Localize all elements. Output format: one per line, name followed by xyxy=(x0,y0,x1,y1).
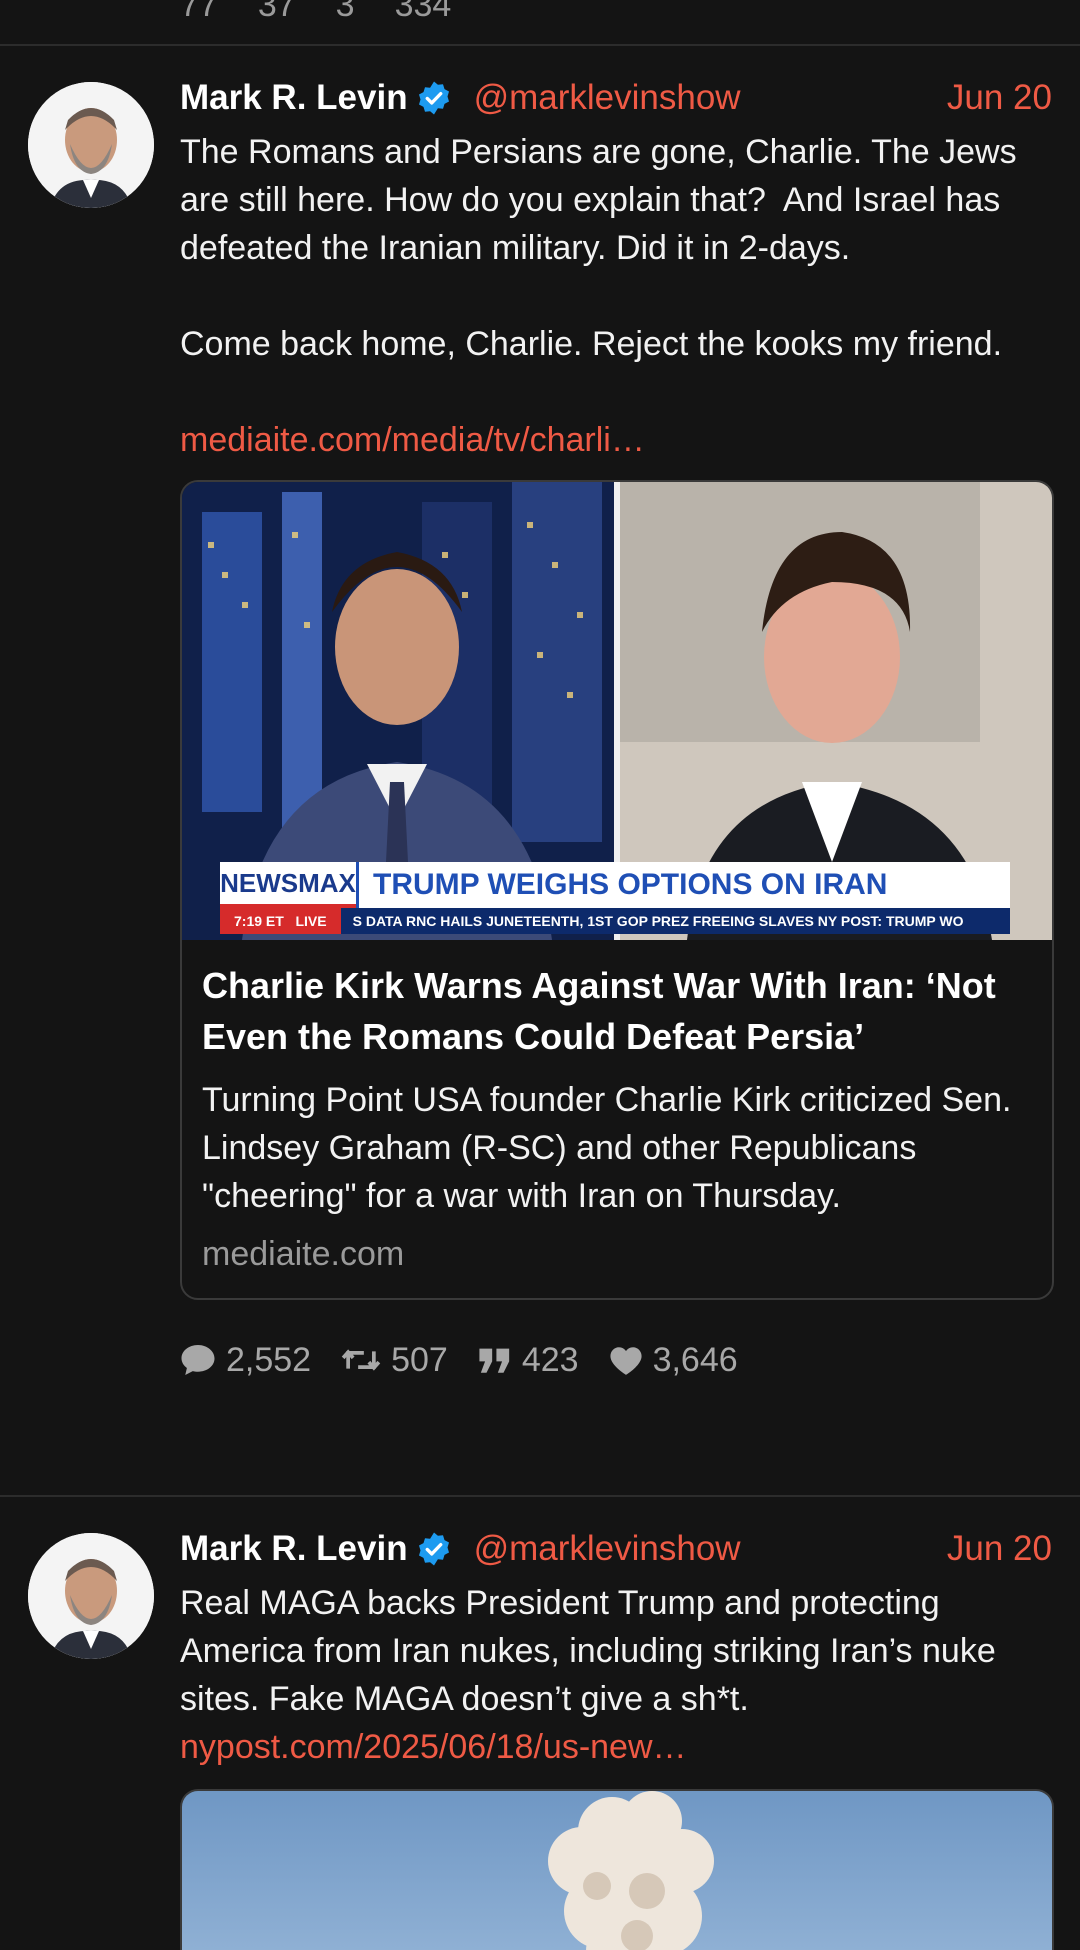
tweet-date[interactable]: Jun 20 xyxy=(947,78,1052,118)
card-title: Charlie Kirk Warns Against War With Iran… xyxy=(202,965,996,1057)
author-handle[interactable]: @marklevinshow xyxy=(474,1529,741,1569)
timeline-feed: 77 37 3 334 Mark R. Levin @marklevinshow… xyxy=(0,0,1080,1950)
divider xyxy=(0,44,1080,46)
tweet-text: Real MAGA backs President Trump and prot… xyxy=(180,1584,1006,1718)
tweet-header: Mark R. Levin @marklevinshow Jun 20 xyxy=(180,72,1052,124)
like-count: 3,646 xyxy=(652,1340,738,1379)
author-name[interactable]: Mark R. Levin xyxy=(180,78,408,118)
retweet-button[interactable]: 507 xyxy=(341,1341,448,1380)
reply-count[interactable]: 77 xyxy=(180,0,218,24)
reply-button[interactable]: 2,552 xyxy=(180,1341,311,1380)
avatar[interactable] xyxy=(28,1533,154,1659)
link-preview-image[interactable] xyxy=(180,1789,1054,1950)
like-count[interactable]: 334 xyxy=(395,0,452,24)
retweet-count: 507 xyxy=(391,1340,448,1379)
tweet-link[interactable]: nypost.com/2025/06/18/us-new… xyxy=(180,1723,1052,1771)
avatar[interactable] xyxy=(28,82,154,208)
verified-icon xyxy=(418,1532,449,1566)
retweet-count[interactable]: 37 xyxy=(258,0,296,24)
card-image: NEWSMAX TRUMP WEIGHS OPTIONS ON IRAN 7:1… xyxy=(182,482,1052,940)
like-button[interactable]: 3,646 xyxy=(609,1341,738,1380)
chyron-headline: TRUMP WEIGHS OPTIONS ON IRAN xyxy=(356,862,1010,908)
link-preview-card[interactable]: NEWSMAX TRUMP WEIGHS OPTIONS ON IRAN 7:1… xyxy=(180,480,1054,1300)
quote-count: 423 xyxy=(521,1340,579,1379)
tweet-actions: 2,552 507 423 3,646 xyxy=(180,1330,1052,1390)
quote-icon xyxy=(479,1348,509,1373)
chyron-time: 7:19 ET xyxy=(234,913,284,929)
tweet-link[interactable]: mediaite.com/media/tv/charli… xyxy=(180,416,1052,464)
smoke-plume-image xyxy=(548,1791,714,1950)
tweet-content: Mark R. Levin @marklevinshow Jun 20 Real… xyxy=(180,1523,1054,1950)
quote-button[interactable]: 423 xyxy=(478,1341,579,1380)
retweet-icon xyxy=(341,1349,381,1371)
previous-tweet-stats: 77 37 3 334 xyxy=(180,0,452,24)
tweet-content: Mark R. Levin @marklevinshow Jun 20 The … xyxy=(180,72,1054,1390)
verified-icon xyxy=(418,81,449,115)
tweet-text: The Romans and Persians are gone, Charli… xyxy=(180,133,1017,363)
card-domain: mediaite.com xyxy=(202,1235,405,1273)
author-handle[interactable]: @marklevinshow xyxy=(474,78,741,118)
divider xyxy=(0,1495,1080,1497)
card-body: Charlie Kirk Warns Against War With Iran… xyxy=(182,940,1052,1298)
quote-count[interactable]: 3 xyxy=(336,0,355,24)
heart-icon xyxy=(609,1347,642,1375)
news-chyron: NEWSMAX TRUMP WEIGHS OPTIONS ON IRAN 7:1… xyxy=(220,862,1010,934)
card-description: Turning Point USA founder Charlie Kirk c… xyxy=(202,1081,1012,1215)
chyron-live: LIVE xyxy=(295,913,327,929)
author-name[interactable]: Mark R. Levin xyxy=(180,1529,408,1569)
tweet-date[interactable]: Jun 20 xyxy=(947,1529,1052,1569)
reply-icon xyxy=(181,1345,215,1375)
chyron-brand: NEWSMAX xyxy=(220,862,356,908)
chyron-ticker: S DATA RNC HAILS JUNETEENTH, 1ST GOP PRE… xyxy=(352,913,964,929)
reply-count: 2,552 xyxy=(226,1340,312,1379)
tweet-header: Mark R. Levin @marklevinshow Jun 20 xyxy=(180,1523,1052,1575)
